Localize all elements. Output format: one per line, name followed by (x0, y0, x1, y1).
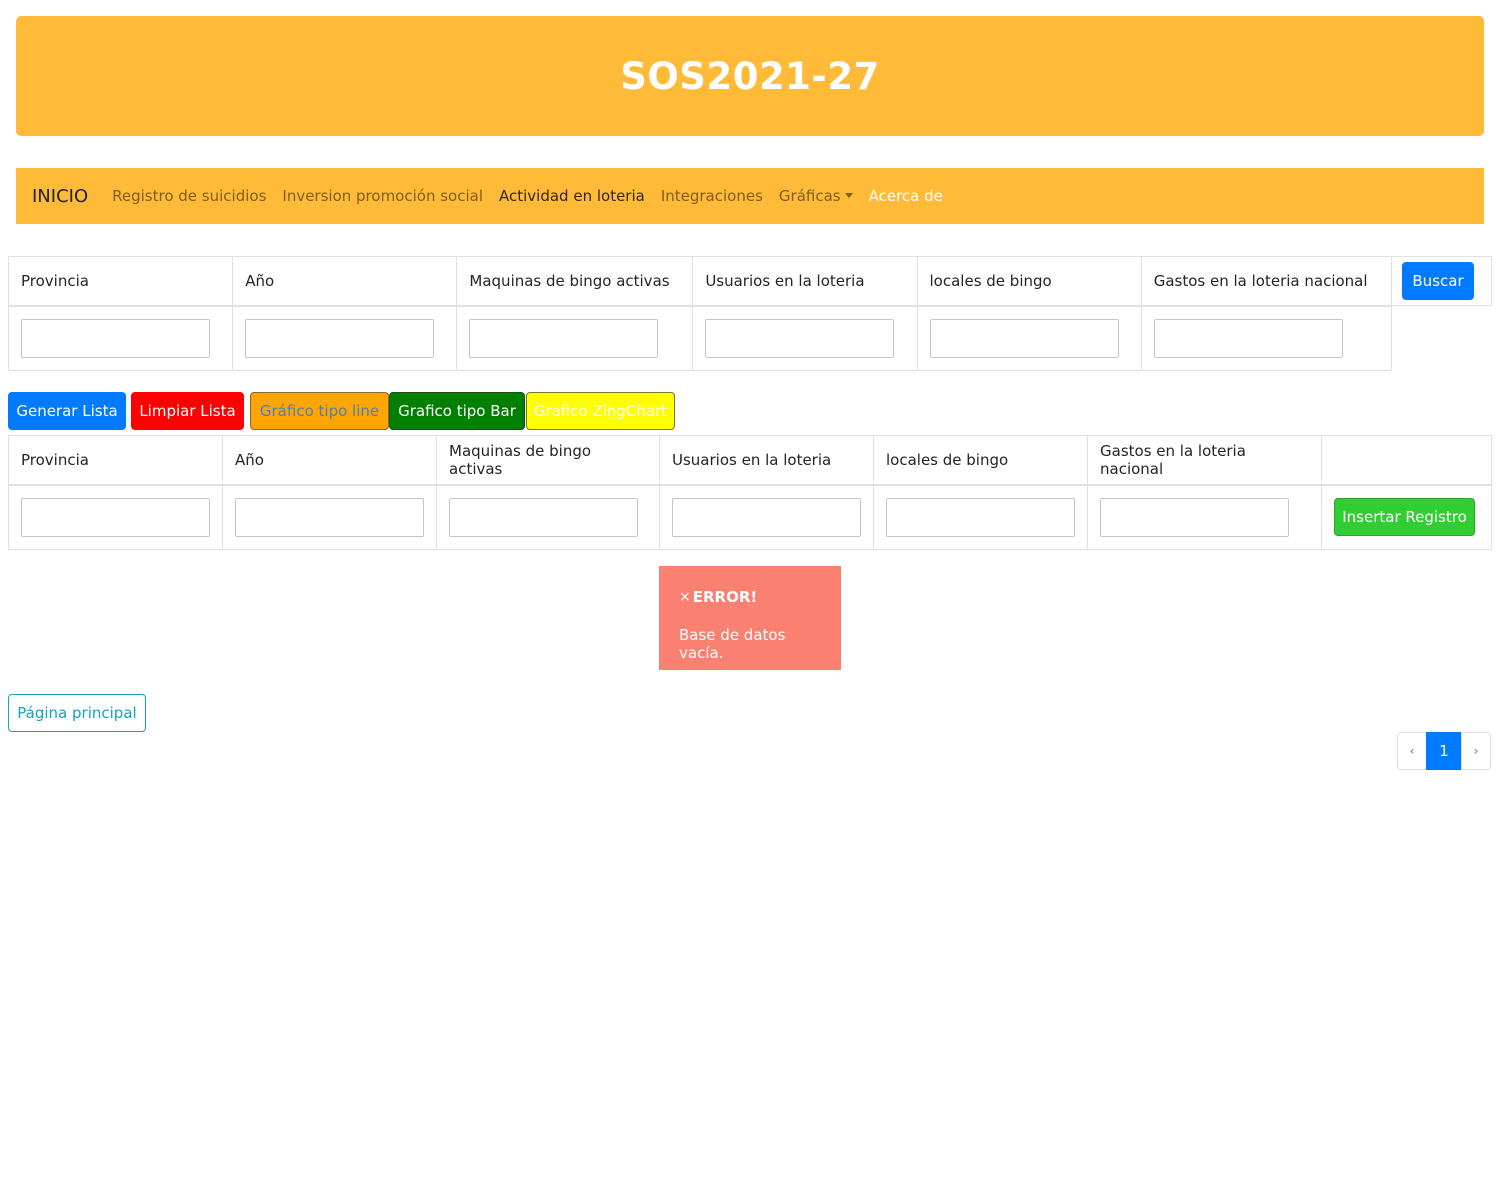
insert-col-usuarios: Usuarios en la loteria (659, 435, 874, 486)
insert-cell (8, 484, 223, 550)
pagination: ‹ 1 › (1397, 732, 1491, 770)
header-banner: SOS2021-27 (16, 16, 1484, 136)
page-title: SOS2021-27 (620, 54, 880, 98)
insert-col-provincia: Provincia (8, 435, 223, 486)
insert-col-gastos: Gastos en la loteria nacional (1087, 435, 1322, 486)
insert-cell (222, 484, 437, 550)
nav-link-loteria[interactable]: Actividad en loteria (491, 187, 653, 205)
search-provincia-input[interactable] (21, 318, 210, 358)
insert-usuarios-input[interactable] (672, 497, 861, 537)
insert-anio-input[interactable] (235, 497, 424, 537)
clear-list-button[interactable]: Limpiar Lista (131, 392, 244, 430)
search-cell (232, 305, 458, 371)
prev-page-button[interactable]: ‹ (1397, 732, 1427, 770)
search-gastos-input[interactable] (1153, 318, 1343, 358)
nav-dropdown-label: Gráficas (778, 187, 841, 205)
home-page-button[interactable]: Página principal (8, 694, 146, 732)
search-table: Provincia Año Maquinas de bingo activas … (7, 256, 1492, 371)
search-maquinas-input[interactable] (469, 318, 659, 358)
bar-chart-button[interactable]: Grafico tipo Bar (389, 392, 525, 430)
search-col-locales: locales de bingo (916, 256, 1142, 307)
zingchart-button[interactable]: Grafico ZingChart (526, 392, 675, 430)
search-col-anio: Año (232, 256, 458, 307)
search-input-row (7, 305, 1492, 371)
search-col-provincia: Provincia (7, 256, 234, 307)
search-cell (916, 305, 1142, 371)
nav-link-inversion[interactable]: Inversion promoción social (274, 187, 491, 205)
search-cell (692, 305, 918, 371)
close-icon[interactable]: × (679, 589, 691, 605)
generate-list-button[interactable]: Generar Lista (8, 392, 126, 430)
search-usuarios-input[interactable] (705, 318, 895, 358)
nav-link-acerca[interactable]: Acerca de (861, 187, 951, 205)
caret-down-icon (844, 193, 853, 198)
error-alert: × ERROR! Base de datos vacía. (659, 566, 841, 670)
search-cell (7, 305, 234, 371)
search-col-gastos: Gastos en la loteria nacional (1140, 256, 1393, 307)
alert-message: Base de datos vacía. (679, 626, 786, 662)
search-button-cell: Buscar (1391, 256, 1492, 306)
nav-link-integraciones[interactable]: Integraciones (653, 187, 771, 205)
search-cell (1140, 305, 1393, 371)
insert-cell (873, 484, 1088, 550)
search-anio-input[interactable] (245, 318, 435, 358)
search-header-row: Provincia Año Maquinas de bingo activas … (7, 256, 1492, 307)
insert-col-maquinas: Maquinas de bingo activas (436, 435, 660, 486)
insert-gastos-input[interactable] (1100, 497, 1289, 537)
search-button[interactable]: Buscar (1402, 262, 1474, 300)
insert-col-locales: locales de bingo (873, 435, 1088, 486)
insert-cell (1087, 484, 1322, 550)
insert-header-row: Provincia Año Maquinas de bingo activas … (8, 435, 1492, 486)
next-page-button[interactable]: › (1461, 732, 1491, 770)
insert-locales-input[interactable] (886, 497, 1075, 537)
insert-input-row: Insertar Registro (8, 484, 1492, 550)
nav-link-suicidios[interactable]: Registro de suicidios (104, 187, 274, 205)
insert-button-cell: Insertar Registro (1321, 484, 1492, 550)
insert-cell (436, 484, 660, 550)
insert-record-button[interactable]: Insertar Registro (1334, 498, 1475, 537)
search-col-usuarios: Usuarios en la loteria (692, 256, 918, 307)
insert-cell (659, 484, 874, 550)
search-cell (456, 305, 694, 371)
navbar: INICIO Registro de suicidios Inversion p… (16, 168, 1484, 224)
alert-title: ERROR! (692, 588, 758, 606)
insert-table: Provincia Año Maquinas de bingo activas … (8, 435, 1492, 550)
page-number-current[interactable]: 1 (1426, 732, 1462, 770)
search-locales-input[interactable] (929, 318, 1119, 358)
insert-provincia-input[interactable] (21, 497, 210, 537)
nav-dropdown-graficas[interactable]: Gráficas (771, 187, 861, 205)
line-chart-button[interactable]: Gráfico tipo line (250, 392, 389, 430)
alert-title-row: × ERROR! (679, 588, 821, 606)
search-col-maquinas: Maquinas de bingo activas (456, 256, 694, 307)
insert-maquinas-input[interactable] (449, 497, 638, 537)
nav-brand-inicio[interactable]: INICIO (32, 186, 88, 207)
insert-col-anio: Año (222, 435, 437, 486)
insert-col-empty (1321, 435, 1492, 486)
